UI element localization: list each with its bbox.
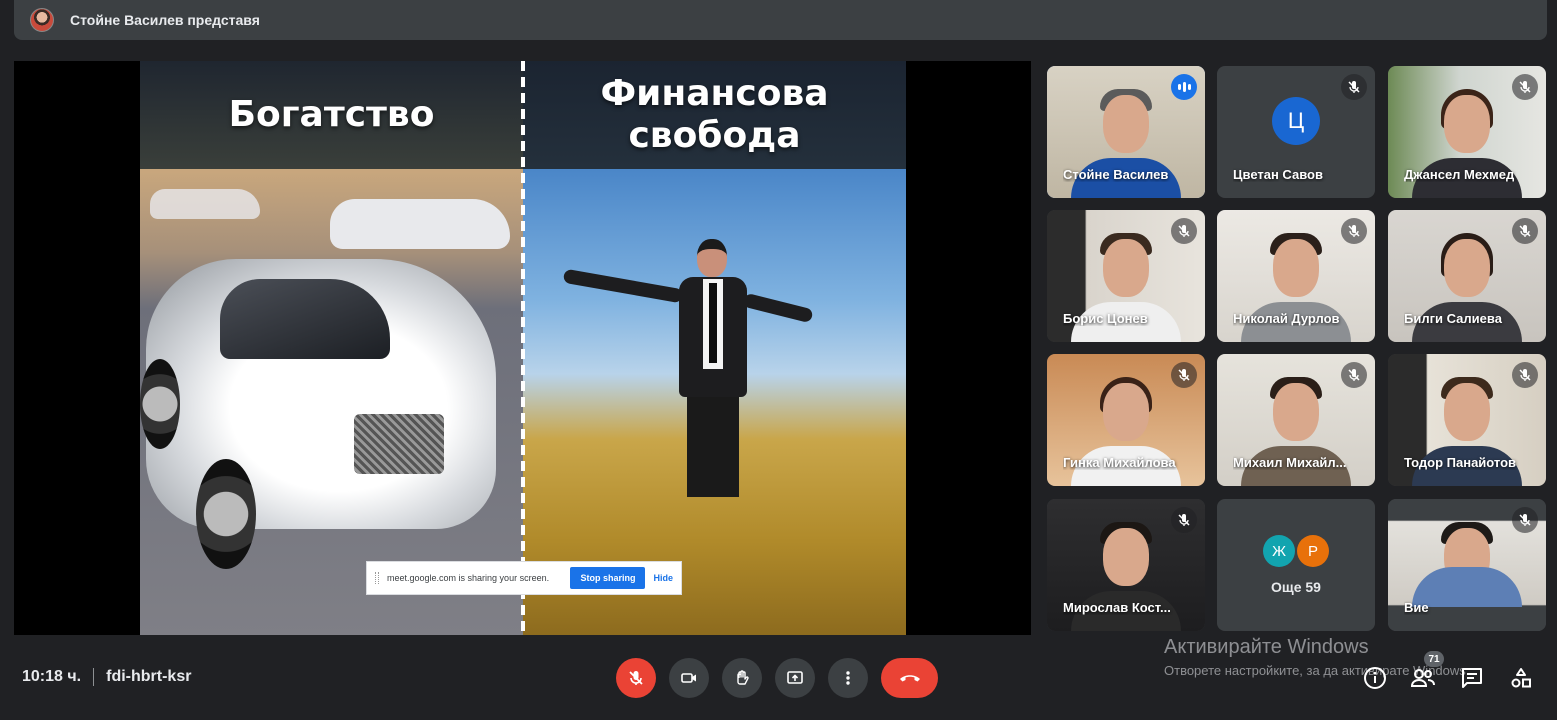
presentation-slide: Богатство Финансова свобода <box>140 61 906 635</box>
slide-right-panel: Финансова свобода <box>523 61 906 635</box>
camera-icon <box>681 673 696 683</box>
participant-tile[interactable]: Тодор Панайотов <box>1388 354 1546 486</box>
people-count-badge: 71 <box>1424 651 1444 667</box>
camera-toggle-button[interactable] <box>669 658 709 698</box>
microphone-toggle-button[interactable] <box>616 658 656 698</box>
activities-icon <box>1511 668 1531 688</box>
participant-name: Борис Цонев <box>1063 311 1148 326</box>
participant-tile[interactable]: Борис Цонев <box>1047 210 1205 342</box>
more-participants-tile[interactable]: Ж Р Още 59 <box>1217 499 1375 631</box>
people-icon <box>1410 669 1435 687</box>
more-options-button[interactable] <box>828 658 868 698</box>
mic-off-icon <box>1171 507 1197 533</box>
slide-left-title: Богатство <box>140 61 523 169</box>
slide-divider <box>521 61 525 635</box>
participant-name: Цветан Савов <box>1233 167 1323 182</box>
participant-name: Джансел Мехмед <box>1404 167 1515 182</box>
hide-button[interactable]: Hide <box>653 573 673 583</box>
slide-left-panel: Богатство <box>140 61 523 635</box>
mic-off-icon <box>1512 74 1538 100</box>
presenting-bar: Стойне Василев представя <box>14 0 1547 40</box>
mic-off-icon <box>1171 362 1197 388</box>
participant-tile[interactable]: Ц Цветан Савов <box>1217 66 1375 198</box>
participant-tile[interactable]: Джансел Мехмед <box>1388 66 1546 198</box>
more-participants-label: Още 59 <box>1271 579 1321 595</box>
participant-initial-avatar: Ж <box>1263 535 1295 567</box>
participant-name: Билги Салиева <box>1404 311 1502 326</box>
mic-off-icon <box>1512 362 1538 388</box>
slide-right-title-line2: свобода <box>628 115 801 156</box>
participant-tile[interactable]: Гинка Михайлова <box>1047 354 1205 486</box>
meeting-code[interactable]: fdi-hbrt-ksr <box>106 668 191 686</box>
present-icon <box>787 671 803 684</box>
participant-tile[interactable]: Билги Салиева <box>1388 210 1546 342</box>
mic-off-icon <box>1512 218 1538 244</box>
participant-name: Стойне Василев <box>1063 167 1169 182</box>
chat-icon <box>1462 668 1482 688</box>
share-message: meet.google.com is sharing your screen. <box>387 573 550 583</box>
mic-off-icon <box>1512 507 1538 533</box>
chat-button[interactable] <box>1458 664 1486 692</box>
participant-name: Николай Дурлов <box>1233 311 1340 326</box>
drag-handle-icon[interactable] <box>375 572 379 584</box>
meeting-info: 10:18 ч. fdi-hbrt-ksr <box>22 668 191 686</box>
participant-initial-avatar: Р <box>1297 535 1329 567</box>
mic-off-icon <box>1171 218 1197 244</box>
speaking-indicator-icon <box>1171 74 1197 100</box>
participant-name: Мирослав Кост... <box>1063 600 1171 615</box>
participant-tile[interactable]: Михаил Михайл... <box>1217 354 1375 486</box>
shared-screen: Богатство Финансова свобода meet.google.… <box>14 61 1031 635</box>
divider <box>93 668 95 686</box>
slide-right-title: Финансова свобода <box>523 61 906 169</box>
mic-off-icon <box>1341 218 1367 244</box>
clock: 10:18 ч. <box>22 668 82 685</box>
participant-initial-avatar: Ц <box>1272 97 1320 146</box>
hang-up-icon <box>899 675 920 682</box>
self-view-tile[interactable]: Вие <box>1388 499 1546 631</box>
participant-tile[interactable]: Мирослав Кост... <box>1047 499 1205 631</box>
participant-name: Вие <box>1404 600 1429 615</box>
activities-button[interactable] <box>1507 664 1535 692</box>
participant-name: Гинка Михайлова <box>1063 455 1176 470</box>
mic-off-icon <box>1341 362 1367 388</box>
raise-hand-button[interactable] <box>722 658 762 698</box>
present-screen-button[interactable] <box>775 658 815 698</box>
participant-name: Михаил Михайл... <box>1233 455 1347 470</box>
participant-tile[interactable]: Николай Дурлов <box>1217 210 1375 342</box>
screen-share-notification: meet.google.com is sharing your screen. … <box>366 561 682 595</box>
presenter-avatar <box>30 8 54 32</box>
more-vert-icon <box>846 671 850 685</box>
leave-call-button[interactable] <box>881 658 938 698</box>
people-button[interactable] <box>1409 664 1437 692</box>
presenting-label: Стойне Василев представя <box>70 12 260 28</box>
stop-sharing-button[interactable]: Stop sharing <box>570 567 646 589</box>
participant-name: Тодор Панайотов <box>1404 455 1517 470</box>
participant-tile[interactable]: Стойне Василев <box>1047 66 1205 198</box>
info-icon <box>1364 667 1386 689</box>
mic-off-icon <box>629 671 643 685</box>
mic-off-icon <box>1341 74 1367 100</box>
slide-right-title-line1: Финансова <box>600 73 829 114</box>
meeting-details-button[interactable] <box>1361 664 1389 692</box>
more-avatars: Ж Р <box>1217 535 1375 567</box>
hand-icon <box>737 670 749 685</box>
